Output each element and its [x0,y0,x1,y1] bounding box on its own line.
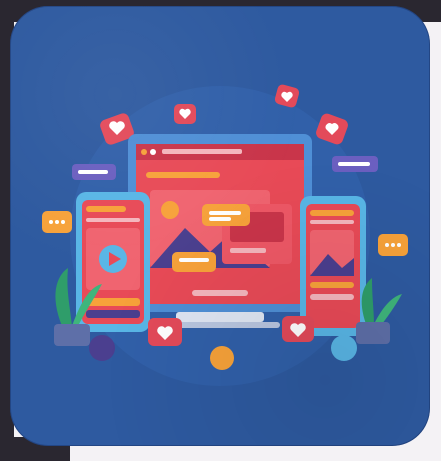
heart-bubble-icon [148,318,182,346]
heart-bubble-icon [282,316,314,342]
keyboard [176,312,264,322]
chat-bubble-icon [72,164,116,180]
illustration-card [10,6,430,446]
heart-bubble-icon [174,104,196,124]
chat-bubble-icon [332,156,378,172]
chat-bubble-icon [378,234,408,256]
chat-bubble-icon [172,252,216,272]
chat-bubble-icon [42,211,72,233]
purple-sphere [89,335,115,361]
blue-sphere [331,335,357,361]
chat-bubble-icon [202,204,250,226]
social-media-illustration [42,84,408,386]
left-smartphone [76,192,150,332]
right-smartphone [300,196,366,336]
orange-sphere [210,346,234,370]
